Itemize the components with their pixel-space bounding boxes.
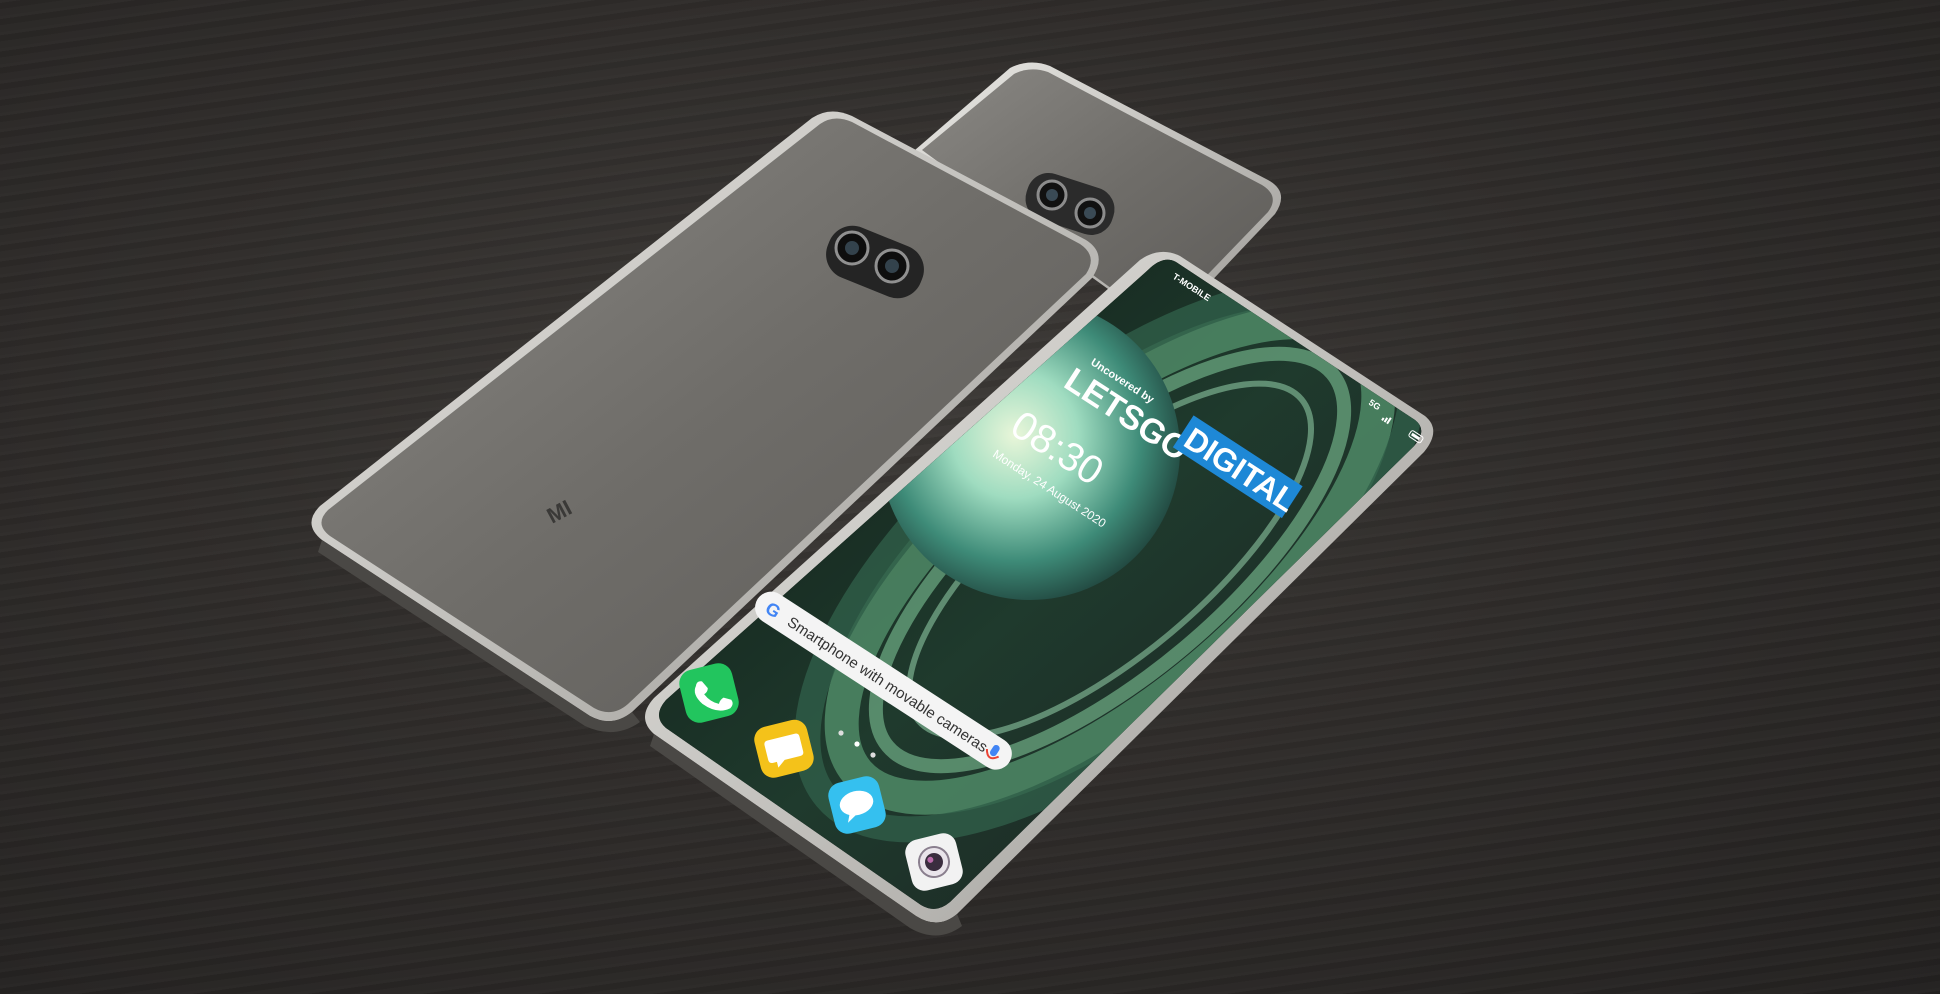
product-render-scene: MI T-MOBILE 5G Uncovered by LETSGO DIGIT… (311, 62, 1434, 936)
